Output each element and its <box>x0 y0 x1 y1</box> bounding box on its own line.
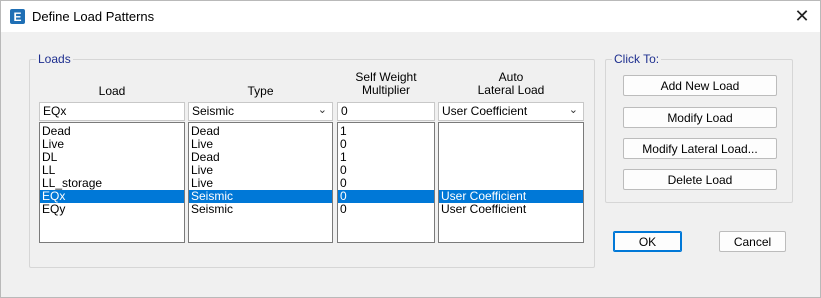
modify-load-button[interactable]: Modify Load <box>623 107 777 128</box>
chevron-down-icon: ⌄ <box>568 104 578 116</box>
cancel-button[interactable]: Cancel <box>719 231 786 252</box>
chevron-down-icon: ⌄ <box>317 104 327 116</box>
type-select-value: Seismic <box>192 104 235 118</box>
list-item[interactable]: User Coefficient <box>439 203 583 216</box>
title-bar: E Define Load Patterns ✕ <box>1 1 820 32</box>
load-name-list[interactable]: Dead Live DL LL LL_storage EQx EQy <box>39 122 185 243</box>
list-item[interactable]: 0 <box>338 177 434 190</box>
list-item[interactable]: 0 <box>338 164 434 177</box>
self-weight-multiplier-input[interactable]: 0 <box>337 102 435 121</box>
auto-lateral-header-line2: Lateral Load <box>477 83 545 97</box>
list-item[interactable]: EQy <box>40 203 184 216</box>
self-weight-column-header: Self Weight Multiplier <box>337 71 435 97</box>
window-title: Define Load Patterns <box>32 9 155 24</box>
list-item[interactable]: Seismic <box>189 203 332 216</box>
auto-lateral-column-header: Auto Lateral Load <box>438 71 584 97</box>
define-load-patterns-dialog: E Define Load Patterns ✕ Loads Load Type… <box>0 0 821 298</box>
self-weight-header-line2: Multiplier <box>361 83 410 97</box>
list-item-selected[interactable]: 0 <box>338 190 434 203</box>
list-item[interactable]: 1 <box>338 151 434 164</box>
list-item[interactable] <box>439 151 583 164</box>
add-new-load-button[interactable]: Add New Load <box>623 75 777 96</box>
type-list[interactable]: Dead Live Dead Live Live Seismic Seismic <box>188 122 333 243</box>
list-item[interactable] <box>439 138 583 151</box>
close-icon[interactable]: ✕ <box>788 3 816 29</box>
list-item[interactable]: Live <box>40 138 184 151</box>
self-weight-multiplier-list[interactable]: 1 0 1 0 0 0 0 <box>337 122 435 243</box>
auto-lateral-load-list[interactable]: User Coefficient User Coefficient <box>438 122 584 243</box>
auto-lateral-select-value: User Coefficient <box>442 104 528 118</box>
list-item[interactable]: 0 <box>338 138 434 151</box>
type-column-header: Type <box>247 84 274 98</box>
click-to-group-legend: Click To: <box>612 52 662 66</box>
ok-button[interactable]: OK <box>613 231 682 252</box>
modify-lateral-load-button[interactable]: Modify Lateral Load... <box>623 138 777 159</box>
list-item[interactable]: 0 <box>338 203 434 216</box>
list-item[interactable]: 1 <box>338 125 434 138</box>
delete-load-button[interactable]: Delete Load <box>623 169 777 190</box>
type-select[interactable]: Seismic ⌄ <box>188 102 333 121</box>
list-item[interactable]: DL <box>40 151 184 164</box>
load-column-header: Load <box>98 84 126 98</box>
app-logo-icon: E <box>10 9 25 24</box>
loads-group-legend: Loads <box>36 52 73 66</box>
list-item[interactable] <box>439 164 583 177</box>
list-item[interactable] <box>439 125 583 138</box>
load-name-input[interactable]: EQx <box>39 102 185 121</box>
auto-lateral-load-select[interactable]: User Coefficient ⌄ <box>438 102 584 121</box>
